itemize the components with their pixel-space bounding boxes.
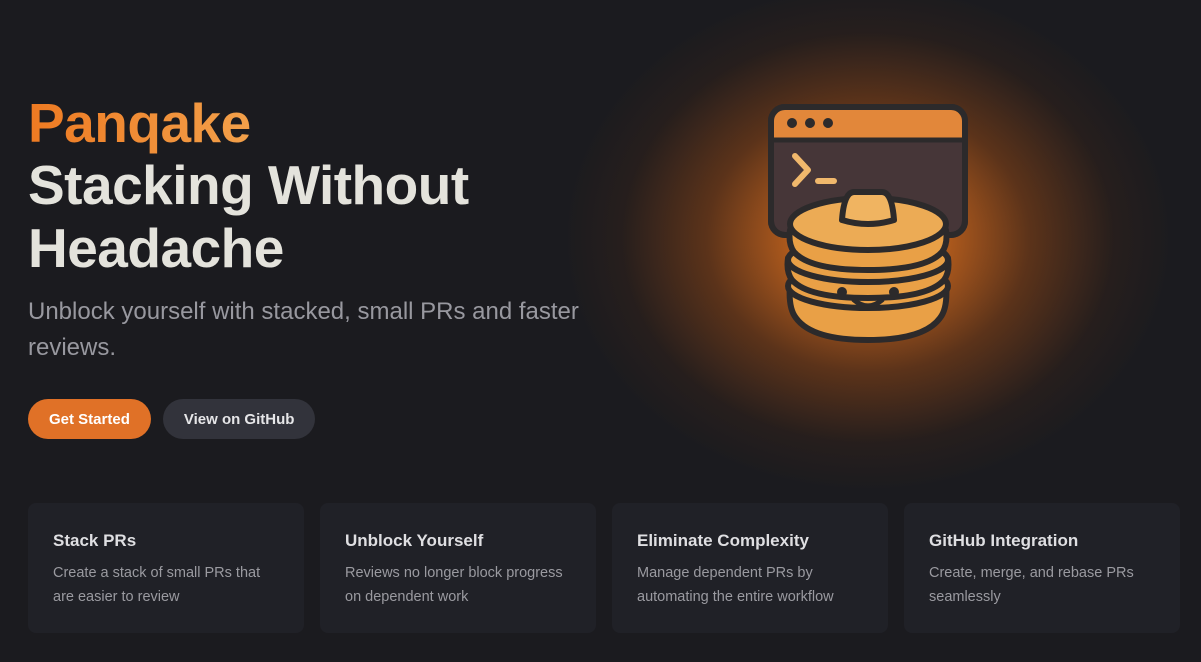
feature-title: GitHub Integration: [929, 531, 1079, 550]
feature-title: Stack PRs: [53, 531, 137, 550]
hero-section: Panqake Stacking Without Headache Unbloc…: [28, 92, 628, 366]
landing-page: Panqake Stacking Without Headache Unbloc…: [0, 0, 1201, 662]
brand-name: Panqake: [28, 92, 251, 154]
feature-card-github-integration: GitHub Integration Create, merge, and re…: [904, 503, 1180, 633]
feature-card-stack-prs: Stack PRs Create a stack of small PRs th…: [28, 503, 304, 633]
feature-card-eliminate-complexity: Eliminate Complexity Manage dependent PR…: [612, 503, 888, 633]
view-on-github-button[interactable]: View on GitHub: [162, 399, 316, 439]
feature-title: Unblock Yourself: [345, 531, 484, 550]
headline-line-2: Headache: [28, 217, 284, 279]
hero-headline: Stacking Without Headache: [28, 154, 628, 280]
pancake-terminal-logo-icon: [768, 104, 968, 343]
hero-tagline: Unblock yourself with stacked, small PRs…: [28, 298, 579, 361]
hero-actions: Get Started View on GitHub: [28, 399, 316, 439]
feature-cards: Stack PRs Create a stack of small PRs th…: [28, 503, 1180, 633]
feature-description: Reviews no longer block progress on depe…: [345, 565, 563, 605]
pancake-stack-icon: [784, 189, 952, 343]
feature-description: Manage dependent PRs by automating the e…: [637, 565, 834, 605]
feature-title: Eliminate Complexity: [637, 531, 809, 550]
get-started-button[interactable]: Get Started: [28, 399, 151, 439]
feature-description: Create, merge, and rebase PRs seamlessly: [929, 565, 1134, 605]
feature-description: Create a stack of small PRs that are eas…: [53, 565, 261, 605]
headline-line-1: Stacking Without: [28, 154, 469, 216]
feature-card-unblock-yourself: Unblock Yourself Reviews no longer block…: [320, 503, 596, 633]
